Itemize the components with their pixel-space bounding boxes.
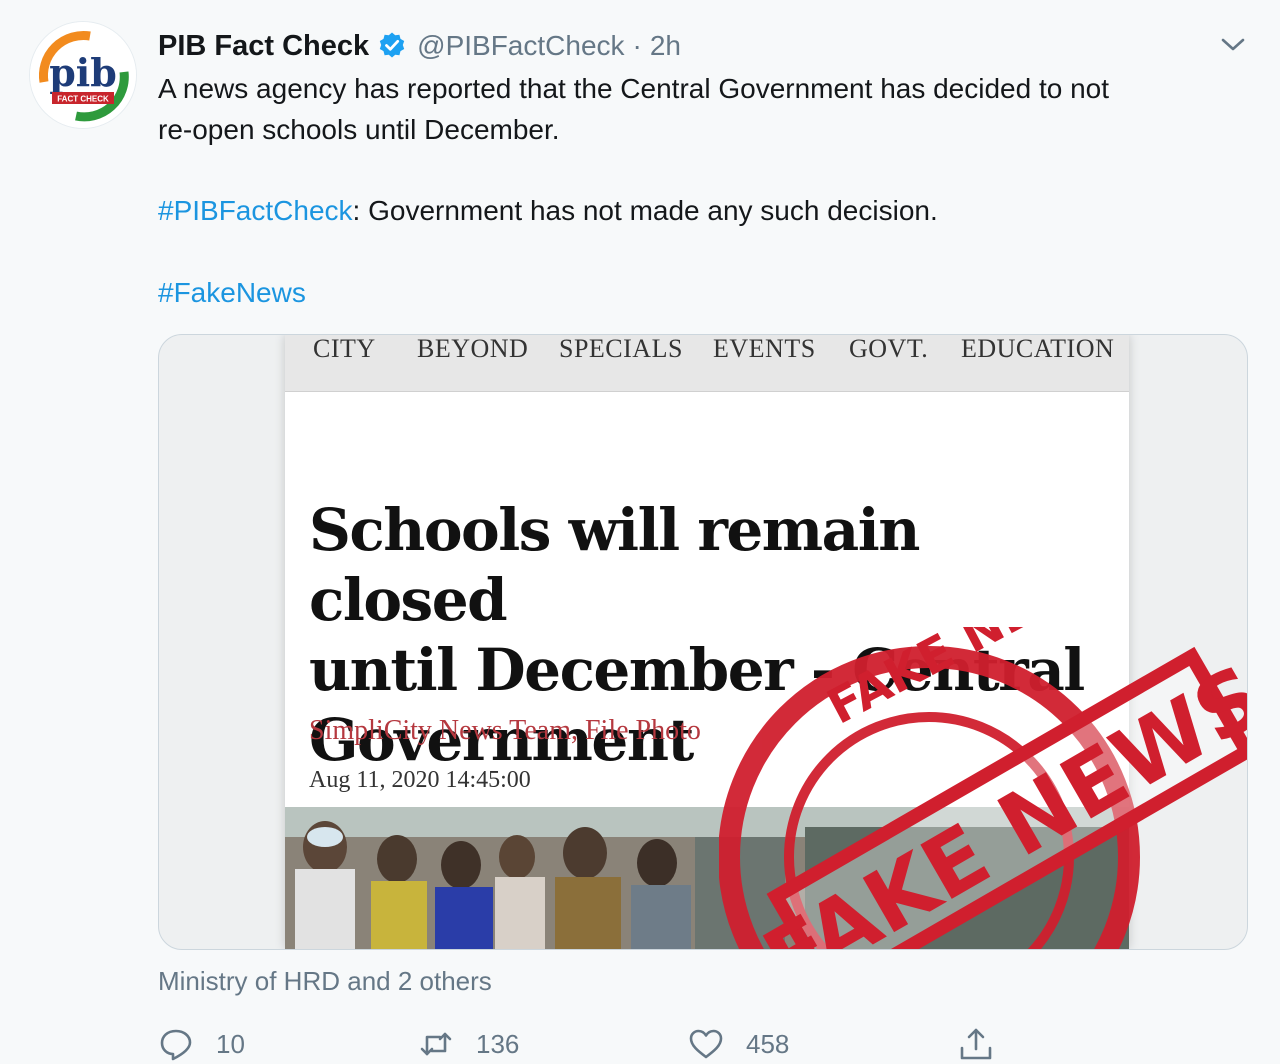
svg-text:FACT CHECK: FACT CHECK — [57, 95, 109, 104]
tweet-text-line1: A news agency has reported that the Cent… — [158, 73, 1110, 104]
verified-badge-icon — [377, 31, 407, 61]
pib-logo-icon: pib FACT CHECK — [30, 22, 136, 128]
svg-text:pib: pib — [49, 50, 117, 95]
fake-news-stamp-icon: FAKE NEWS FAKE NEWS — [719, 627, 1247, 949]
handle[interactable]: @PIBFactCheck — [417, 30, 624, 62]
hashtag-pibfactcheck[interactable]: #PIBFactCheck — [158, 195, 353, 226]
timestamp[interactable]: 2h — [650, 30, 681, 62]
nav-item-city: CITY — [313, 335, 376, 363]
nav-item-govt: GOVT. — [849, 335, 929, 363]
share-icon — [960, 1028, 992, 1060]
reply-count: 10 — [216, 1028, 245, 1059]
retweet-icon — [420, 1032, 452, 1056]
like-button[interactable]: 458 — [688, 1024, 789, 1064]
tweet-text-line2: re-open schools until December. — [158, 114, 560, 145]
profile-avatar[interactable]: pib FACT CHECK — [30, 22, 136, 128]
chevron-down-icon[interactable] — [1218, 34, 1248, 56]
article-date: Aug 11, 2020 14:45:00 — [309, 767, 531, 793]
share-button[interactable] — [958, 1024, 994, 1064]
tweet-text-line3: #PIBFactCheck: Government has not made a… — [158, 190, 1258, 231]
display-name[interactable]: PIB Fact Check — [158, 30, 369, 63]
reply-button[interactable]: 10 — [158, 1024, 245, 1064]
nav-item-specials: SPECIALS — [559, 335, 683, 363]
retweet-button[interactable]: 136 — [418, 1024, 519, 1064]
liked-by-summary[interactable]: Ministry of HRD and 2 others — [158, 966, 492, 997]
like-count: 458 — [746, 1028, 790, 1059]
retweet-count: 136 — [476, 1028, 520, 1059]
like-icon — [689, 1029, 723, 1059]
nav-item-education: EDUCATION — [961, 335, 1115, 363]
tweet[interactable]: pib FACT CHECK PIB Fact Check @PIBFactCh… — [0, 0, 1280, 1064]
hashtag-fakenews[interactable]: #FakeNews — [158, 277, 306, 308]
nav-item-events: EVENTS — [713, 335, 816, 363]
media-attachment[interactable]: CITY BEYOND SPECIALS EVENTS GOVT. EDUCAT… — [158, 334, 1248, 950]
article-nav-bar: CITY BEYOND SPECIALS EVENTS GOVT. EDUCAT… — [285, 335, 1129, 392]
tweet-header: PIB Fact Check @PIBFactCheck · 2h — [158, 26, 681, 66]
fact-check-statement: : Government has not made any such decis… — [352, 195, 938, 226]
separator-dot: · — [632, 30, 642, 61]
tweet-text-line4: #FakeNews — [158, 272, 1258, 313]
nav-item-beyond: BEYOND — [417, 335, 529, 363]
reply-icon — [160, 1029, 192, 1061]
article-byline: SimpliCity News Team, File Photo — [309, 715, 701, 746]
